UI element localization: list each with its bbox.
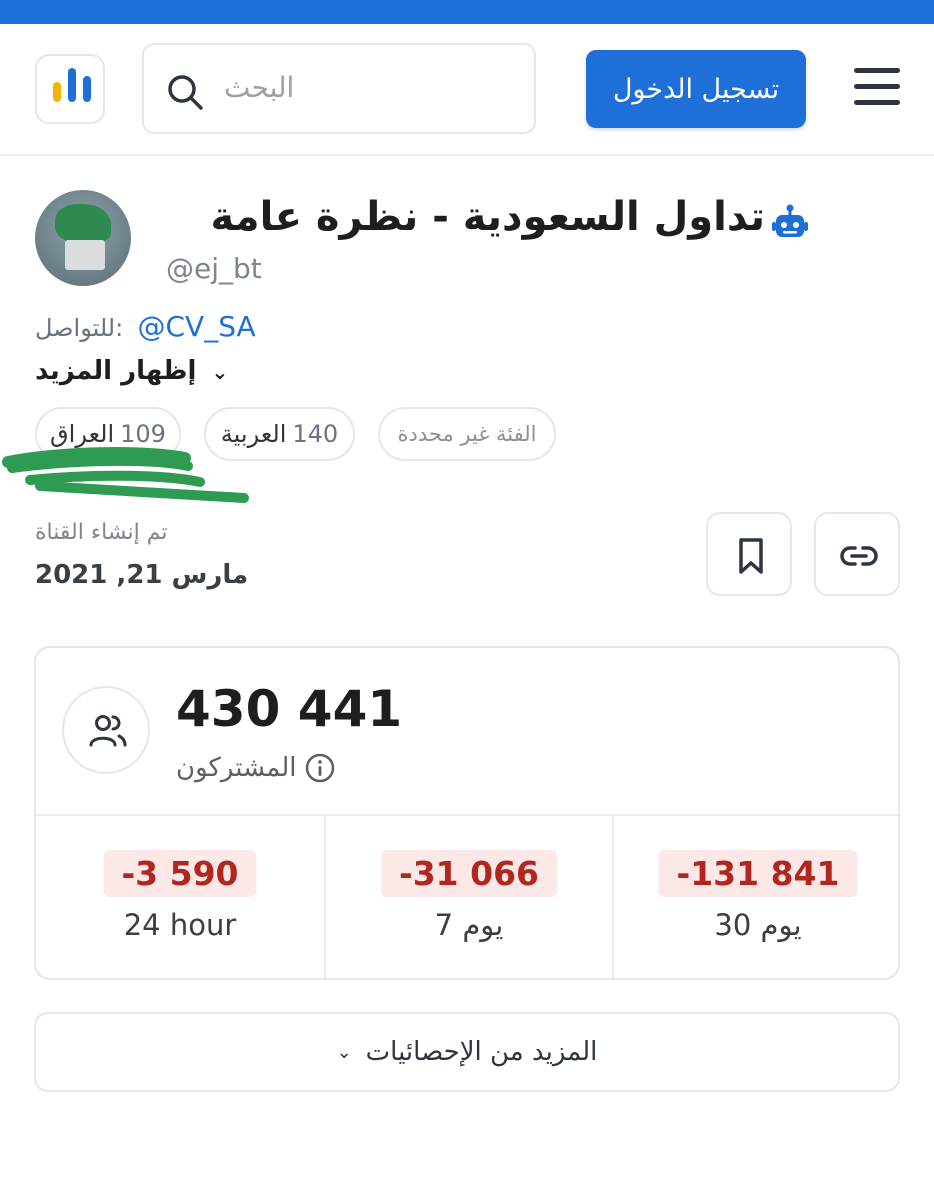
stat-30d-value: -131 841 — [658, 850, 858, 897]
search-input[interactable]: البحث — [142, 43, 536, 134]
search-placeholder: البحث — [224, 71, 295, 104]
contact-link[interactable]: @CV_SA — [137, 310, 255, 343]
site-logo[interactable] — [35, 54, 105, 124]
show-more-toggle[interactable]: إظهار المزيد ⌄ — [35, 356, 228, 386]
logo-bar-mid — [68, 68, 76, 102]
channel-avatar — [35, 190, 131, 286]
created-label: تم إنشاء القناة — [35, 520, 168, 545]
show-more-label: إظهار المزيد — [35, 356, 197, 386]
subscriber-label-row: المشتركون — [176, 752, 336, 784]
stat-30d-period: 30 يوم — [714, 908, 802, 942]
more-stats-button[interactable]: ⌄ المزيد من الإحصائيات — [34, 1012, 900, 1092]
logo-bar-right — [83, 76, 91, 102]
contact-line: للتواصل: @CV_SA — [35, 310, 256, 343]
browser-top-bar — [0, 0, 934, 24]
stat-7d-period: 7 يوم — [434, 908, 504, 942]
redaction-scribble — [2, 447, 249, 503]
chevron-down-icon: ⌄ — [211, 360, 229, 384]
channel-title: تداول السعودية - نظرة عامة — [210, 194, 765, 240]
users-icon — [89, 715, 127, 747]
stats-card: 430 441 المشتركون -3 590 24 hour -31 066… — [34, 646, 900, 980]
stat-24h-value: -3 590 — [103, 850, 257, 897]
bookmark-icon — [739, 538, 763, 574]
bookmark-button[interactable] — [706, 512, 792, 596]
contact-label: للتواصل: — [35, 314, 124, 342]
menu-icon[interactable] — [854, 66, 900, 106]
users-icon-badge — [62, 686, 150, 774]
more-stats-label: المزيد من الإحصائيات — [365, 1037, 598, 1067]
stat-7d-value: -31 066 — [381, 850, 557, 897]
chip-category-label: الفئة غير محددة — [397, 422, 537, 446]
stat-7d: -31 066 7 يوم — [324, 816, 612, 978]
chip-category[interactable]: الفئة غير محددة — [378, 407, 556, 461]
stat-30d: -131 841 30 يوم — [612, 816, 898, 978]
chip-language-count: 140 — [292, 420, 339, 448]
copy-link-button[interactable] — [814, 512, 900, 596]
search-icon — [168, 75, 203, 110]
site-header: البحث تسجيل الدخول — [0, 24, 934, 156]
subscriber-count: 430 441 — [176, 680, 403, 738]
stat-24h: -3 590 24 hour — [36, 816, 324, 978]
stat-24h-period: 24 hour — [123, 908, 237, 942]
created-date: مارس 21, 2021 — [35, 560, 249, 590]
logo-icon — [53, 82, 61, 102]
subscriber-label: المشتركون — [176, 753, 297, 783]
link-icon — [840, 546, 878, 566]
channel-handle: @ej_bt — [166, 252, 262, 285]
chevron-down-icon: ⌄ — [336, 1041, 352, 1063]
login-button[interactable]: تسجيل الدخول — [586, 50, 806, 128]
cutoff-text — [0, 1188, 934, 1200]
info-icon[interactable] — [304, 752, 336, 784]
bot-icon — [772, 204, 808, 237]
